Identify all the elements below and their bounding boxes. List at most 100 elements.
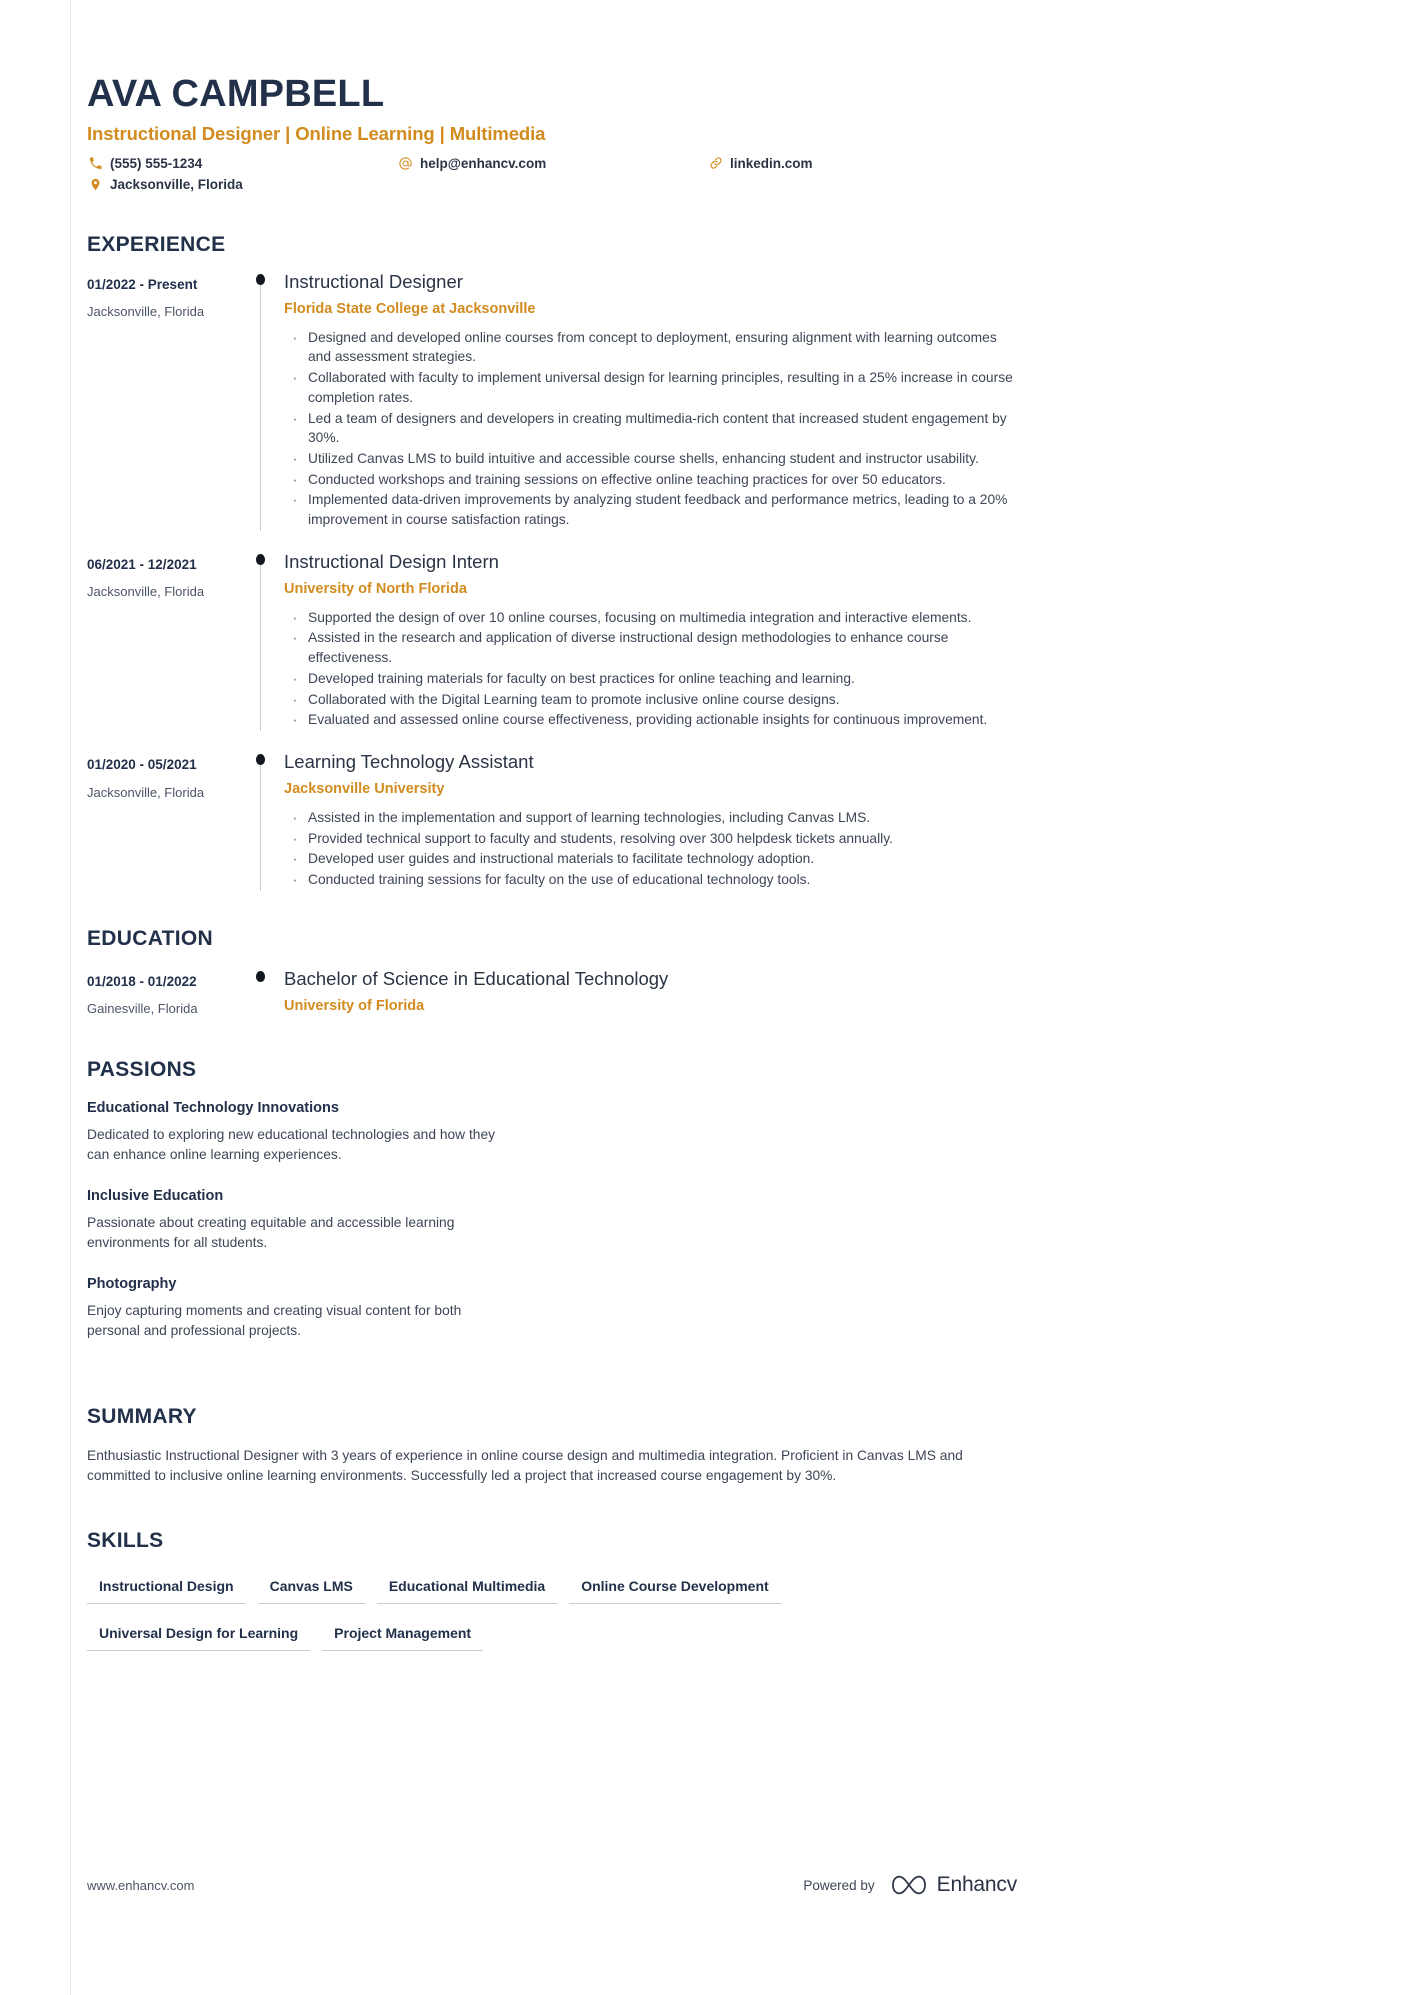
experience-bullet-list: Designed and developed online courses fr… <box>284 326 1017 530</box>
education-institution: University of Florida <box>284 997 425 1014</box>
contact-line-1: (555) 555-1234 help@enhancv.com linkedin… <box>87 155 1017 176</box>
timeline-rail <box>247 549 283 732</box>
experience-bullet: Led a team of designers and developers i… <box>284 406 1017 448</box>
summary-text: Enthusiastic Instructional Designer with… <box>87 1447 963 1484</box>
contact-phone-text: (555) 555-1234 <box>110 155 203 171</box>
timeline-dot-icon <box>256 970 265 982</box>
experience-entry-location: Jacksonville, Florida <box>87 784 205 800</box>
experience-entry-meta: 01/2022 - Present Jacksonville, Florida <box>87 269 247 531</box>
experience-entry-date: 01/2020 - 05/2021 <box>87 757 197 773</box>
skill-chip: Educational Multimedia <box>376 1572 558 1605</box>
summary-section-title: SUMMARY <box>87 1404 197 1428</box>
summary-section: SUMMARY Enthusiastic Instructional Desig… <box>87 1405 1017 1487</box>
experience-bullet: Designed and developed online courses fr… <box>284 326 1017 367</box>
passion-title: Educational Technology Innovations <box>87 1100 339 1117</box>
powered-by-label: Powered by <box>803 1877 875 1893</box>
footer-branding: Powered by Enhancv <box>803 1872 1017 1898</box>
timeline-dot-icon <box>256 273 265 285</box>
contact-location-text: Jacksonville, Florida <box>110 176 243 192</box>
enhancv-logo: Enhancv <box>889 1872 1017 1898</box>
contact-email[interactable]: help@enhancv.com <box>397 155 707 172</box>
resume-footer: www.enhancv.com Powered by Enhancv <box>87 1872 1017 1898</box>
education-section: EDUCATION 01/2018 - 01/2022 Gainesville,… <box>87 927 1017 1018</box>
skill-chip: Instructional Design <box>87 1572 246 1605</box>
experience-entry-date: 01/2022 - Present <box>87 276 198 292</box>
passion-title: Inclusive Education <box>87 1188 224 1205</box>
experience-entry-date: 06/2021 - 12/2021 <box>87 556 197 572</box>
experience-bullet: Provided technical support to faculty an… <box>284 827 1017 851</box>
contact-phone[interactable]: (555) 555-1234 <box>87 155 397 172</box>
contact-location: Jacksonville, Florida <box>87 176 397 193</box>
timeline-line <box>260 280 261 531</box>
timeline-dot-icon <box>256 754 265 766</box>
education-section-title: EDUCATION <box>87 926 213 950</box>
passion-item: Photography Enjoy capturing moments and … <box>87 1275 567 1341</box>
candidate-name: AVA CAMPBELL <box>87 73 385 115</box>
education-entry-body: Bachelor of Science in Educational Techn… <box>283 965 1017 1018</box>
passion-description: Passionate about creating equitable and … <box>87 1214 455 1250</box>
skills-section-title: SKILLS <box>87 1529 164 1553</box>
experience-bullet: Assisted in the implementation and suppo… <box>284 806 1017 830</box>
timeline-rail <box>247 749 283 891</box>
experience-bullet: Implemented data-driven improvements by … <box>284 488 1017 529</box>
education-entry-location: Gainesville, Florida <box>87 1001 198 1017</box>
timeline-line <box>260 560 261 732</box>
experience-entry-body: Instructional Designer Florida State Col… <box>283 269 1017 531</box>
experience-entry: 01/2022 - Present Jacksonville, Florida … <box>87 269 1017 531</box>
experience-bullet: Conducted training sessions for faculty … <box>284 868 1017 892</box>
experience-bullet: Supported the design of over 10 online c… <box>284 606 1017 630</box>
link-icon <box>707 155 724 172</box>
timeline-rail <box>247 269 283 531</box>
resume-page: AVA CAMPBELL Instructional Designer | On… <box>0 0 1410 1995</box>
passion-item: Educational Technology Innovations Dedic… <box>87 1099 567 1165</box>
enhancv-wordmark: Enhancv <box>936 1873 1018 1896</box>
skill-chip: Online Course Development <box>569 1572 781 1605</box>
experience-bullet-list: Supported the design of over 10 online c… <box>284 606 1017 733</box>
experience-organization: Jacksonville University <box>284 781 445 798</box>
candidate-headline: Instructional Designer | Online Learning… <box>87 122 546 144</box>
passion-description: Dedicated to exploring new educational t… <box>87 1127 496 1163</box>
experience-entry-meta: 01/2020 - 05/2021 Jacksonville, Florida <box>87 749 247 891</box>
experience-bullet: Developed user guides and instructional … <box>284 847 1017 871</box>
contact-block: (555) 555-1234 help@enhancv.com linkedin… <box>87 155 1017 197</box>
contact-link-text: linkedin.com <box>730 155 813 171</box>
footer-website-url[interactable]: www.enhancv.com <box>87 1878 194 1893</box>
experience-organization: University of North Florida <box>284 580 467 597</box>
passions-section: PASSIONS Educational Technology Innovati… <box>87 1058 1017 1363</box>
experience-entry: 06/2021 - 12/2021 Jacksonville, Florida … <box>87 549 1017 733</box>
experience-job-title: Instructional Design Intern <box>284 550 499 572</box>
experience-bullet: Collaborated with the Digital Learning t… <box>284 688 1017 712</box>
experience-bullet-list: Assisted in the implementation and suppo… <box>284 806 1017 892</box>
enhancv-mark-icon <box>891 1875 926 1895</box>
experience-entry-location: Jacksonville, Florida <box>87 304 205 320</box>
passion-description: Enjoy capturing moments and creating vis… <box>87 1302 462 1338</box>
contact-email-text: help@enhancv.com <box>420 155 547 171</box>
skill-chip: Universal Design for Learning <box>87 1619 311 1652</box>
timeline-line <box>260 761 261 891</box>
contact-line-2: Jacksonville, Florida <box>87 176 1017 197</box>
timeline-rail <box>247 965 283 1018</box>
experience-bullet: Assisted in the research and application… <box>284 626 1017 667</box>
contact-link[interactable]: linkedin.com <box>707 155 1007 172</box>
experience-job-title: Learning Technology Assistant <box>284 751 534 773</box>
passions-grid: Educational Technology Innovations Dedic… <box>87 1099 1017 1363</box>
experience-organization: Florida State College at Jacksonville <box>284 300 536 317</box>
skills-section: SKILLS Instructional Design Canvas LMS E… <box>87 1529 1017 1666</box>
education-entry-meta: 01/2018 - 01/2022 Gainesville, Florida <box>87 965 247 1018</box>
experience-job-title: Instructional Designer <box>284 270 463 292</box>
experience-bullet: Evaluated and assessed online course eff… <box>284 708 1017 732</box>
passions-section-title: PASSIONS <box>87 1058 197 1082</box>
experience-bullet: Developed training materials for faculty… <box>284 667 1017 691</box>
phone-icon <box>87 155 104 172</box>
location-pin-icon <box>87 176 104 193</box>
experience-entry-body: Instructional Design Intern University o… <box>283 549 1017 733</box>
experience-entry-body: Learning Technology Assistant Jacksonvil… <box>283 749 1017 892</box>
skills-list: Instructional Design Canvas LMS Educatio… <box>87 1572 1027 1666</box>
resume-content: AVA CAMPBELL Instructional Designer | On… <box>87 0 1017 1666</box>
passion-title: Photography <box>87 1275 177 1292</box>
experience-bullet: Collaborated with faculty to implement u… <box>284 366 1017 407</box>
experience-entry: 01/2020 - 05/2021 Jacksonville, Florida … <box>87 749 1017 892</box>
education-entry: 01/2018 - 01/2022 Gainesville, Florida B… <box>87 965 1017 1018</box>
experience-entry-location: Jacksonville, Florida <box>87 584 205 600</box>
passion-item: Inclusive Education Passionate about cre… <box>87 1187 567 1253</box>
